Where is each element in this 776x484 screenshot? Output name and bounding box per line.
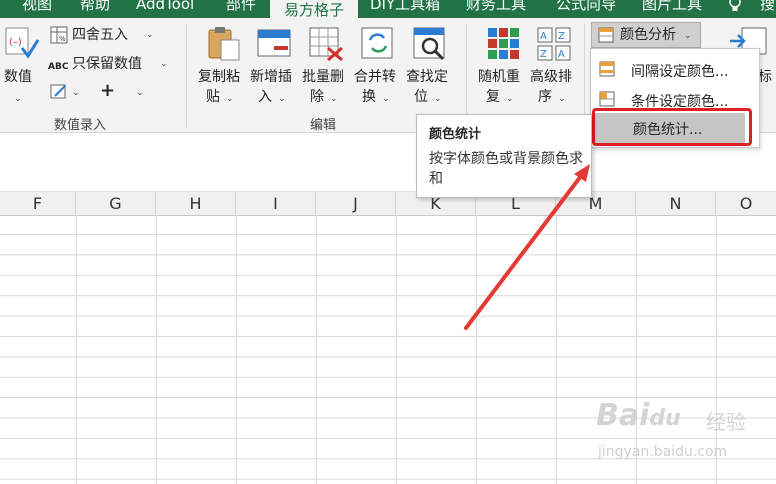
watermark-logo: Baidu: [596, 398, 681, 433]
watermark-url: jingyan.baidu.com: [598, 444, 728, 460]
watermark-text: 经验: [706, 410, 746, 434]
watermark: Baidu 经验 jingyan.baidu.com: [596, 398, 766, 468]
